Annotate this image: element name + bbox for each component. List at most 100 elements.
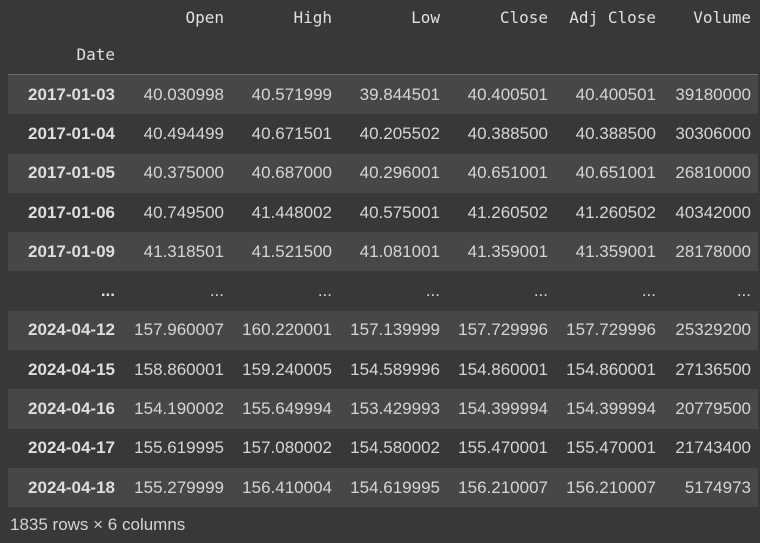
cell-value: 28178000 xyxy=(675,241,751,261)
row-index-date: 2017-01-04 xyxy=(28,123,115,143)
row-index-date: 2017-01-09 xyxy=(28,241,115,261)
cell-value: 154.190002 xyxy=(134,399,224,419)
cell-value: 20779500 xyxy=(675,399,751,419)
row-index-date: 2024-04-17 xyxy=(28,438,115,458)
column-header: Adj Close xyxy=(569,7,656,27)
cell-value: 156.210007 xyxy=(566,477,656,497)
cell-value: 155.619995 xyxy=(134,438,224,458)
cell-value: 154.619995 xyxy=(350,477,440,497)
row-index-date: 2024-04-12 xyxy=(28,320,115,340)
cell-value: 153.429993 xyxy=(350,399,440,419)
cell-value: 157.139999 xyxy=(350,320,440,340)
table-row: 2017-01-09 41.318501 41.521500 41.081001 41.… xyxy=(8,232,758,272)
cell-value: 156.210007 xyxy=(458,477,548,497)
cell-value: 41.448002 xyxy=(251,202,332,222)
cell-value: 155.649994 xyxy=(242,399,332,419)
column-header: High xyxy=(293,7,332,27)
cell-value: ... xyxy=(425,281,440,301)
index-name-header: Date xyxy=(8,34,122,75)
cell-value: 40.375000 xyxy=(143,163,224,183)
cell-value: 40.651001 xyxy=(467,163,548,183)
cell-value: 157.960007 xyxy=(134,320,224,340)
cell-value: 160.220001 xyxy=(242,320,332,340)
table-row: 2024-04-12 157.960007 160.220001 157.139999… xyxy=(8,310,758,351)
cell-value: 41.521500 xyxy=(251,241,332,261)
table-row: ..................... xyxy=(8,271,758,311)
cell-value: 40.687000 xyxy=(251,163,332,183)
cell-value: 155.279999 xyxy=(134,477,224,497)
cell-value: 154.399994 xyxy=(458,399,548,419)
table-row: 2017-01-05 40.375000 40.687000 40.296001 40.… xyxy=(8,153,758,193)
cell-value: 21743400 xyxy=(675,438,751,458)
row-index-date: 2017-01-06 xyxy=(28,202,115,222)
cell-value: 41.318501 xyxy=(143,241,224,261)
row-index-date: 2017-01-05 xyxy=(28,163,115,183)
row-index-date: 2024-04-18 xyxy=(28,477,115,497)
table-row: 2017-01-06 40.749500 41.448002 40.575001 41.… xyxy=(8,192,758,233)
column-header: Low xyxy=(411,7,440,27)
cell-value: 155.470001 xyxy=(566,438,656,458)
cell-value: 41.260502 xyxy=(467,202,548,222)
index-header-row: Date xyxy=(8,34,758,75)
dataframe-table: Open High Low Close Adj Close Volume Dat… xyxy=(8,0,758,508)
table-row: 2024-04-17 155.619995 157.080002 154.580002… xyxy=(8,428,758,468)
cell-value: 40.494499 xyxy=(143,123,224,143)
row-index-date: ... xyxy=(100,281,115,301)
column-header: Volume xyxy=(693,7,751,27)
table-row: 2024-04-16 154.190002 155.649994 153.429993… xyxy=(8,389,758,429)
row-index-date: 2017-01-03 xyxy=(28,84,115,104)
dataframe-output: Open High Low Close Adj Close Volume Dat… xyxy=(0,0,760,543)
cell-value: 30306000 xyxy=(675,123,751,143)
cell-value: 40342000 xyxy=(675,202,751,222)
cell-value: 154.860001 xyxy=(458,359,548,379)
column-header: Close xyxy=(499,7,548,27)
cell-value: 154.399994 xyxy=(566,399,656,419)
cell-value: 40.388500 xyxy=(467,123,548,143)
cell-value: 40.571999 xyxy=(251,84,332,104)
cell-value: ... xyxy=(317,281,332,301)
cell-value: 41.260502 xyxy=(575,202,656,222)
cell-value: 40.749500 xyxy=(143,202,224,222)
cell-value: 40.651001 xyxy=(575,163,656,183)
table-row: 2024-04-18 155.279999 156.410004 154.619995… xyxy=(8,467,758,508)
table-row: 2017-01-03 40.030998 40.571999 39.844501 40.… xyxy=(8,74,758,115)
cell-value: ... xyxy=(209,281,224,301)
cell-value: 40.296001 xyxy=(359,163,440,183)
table-row: 2024-04-15 158.860001 159.240005 154.589996… xyxy=(8,350,758,390)
cell-value: 159.240005 xyxy=(242,359,332,379)
table-body: 2017-01-03 40.030998 40.571999 39.844501 40.… xyxy=(8,74,758,508)
cell-value: 40.575001 xyxy=(359,202,440,222)
cell-value: 41.359001 xyxy=(575,241,656,261)
row-count-footer: 1835 rows × 6 columns xyxy=(10,515,186,534)
cell-value: ... xyxy=(736,281,751,301)
cell-value: 157.729996 xyxy=(566,320,656,340)
cell-value: 39180000 xyxy=(675,84,751,104)
cell-value: 40.388500 xyxy=(575,123,656,143)
cell-value: 41.081001 xyxy=(359,241,440,261)
cell-value: 154.589996 xyxy=(350,359,440,379)
column-header-row: Open High Low Close Adj Close Volume xyxy=(8,0,758,34)
cell-value: 40.030998 xyxy=(143,84,224,104)
cell-value: ... xyxy=(641,281,656,301)
row-index-date: 2024-04-16 xyxy=(28,399,115,419)
column-header: Open xyxy=(185,7,224,27)
cell-value: 26810000 xyxy=(675,163,751,183)
cell-value: 40.205502 xyxy=(359,123,440,143)
cell-value: 25329200 xyxy=(675,320,751,340)
cell-value: 157.080002 xyxy=(242,438,332,458)
cell-value: 5174973 xyxy=(684,477,751,497)
cell-value: 39.844501 xyxy=(359,84,440,104)
cell-value: 156.410004 xyxy=(242,477,332,497)
cell-value: 40.400501 xyxy=(575,84,656,104)
cell-value: 154.580002 xyxy=(350,438,440,458)
cell-value: 40.671501 xyxy=(251,123,332,143)
cell-value: 155.470001 xyxy=(458,438,548,458)
table-row: 2017-01-04 40.494499 40.671501 40.205502 40.… xyxy=(8,114,758,154)
cell-value: 157.729996 xyxy=(458,320,548,340)
cell-value: ... xyxy=(533,281,548,301)
cell-value: 154.860001 xyxy=(566,359,656,379)
cell-value: 158.860001 xyxy=(134,359,224,379)
row-index-date: 2024-04-15 xyxy=(28,359,115,379)
index-corner xyxy=(8,0,122,34)
cell-value: 27136500 xyxy=(675,359,751,379)
